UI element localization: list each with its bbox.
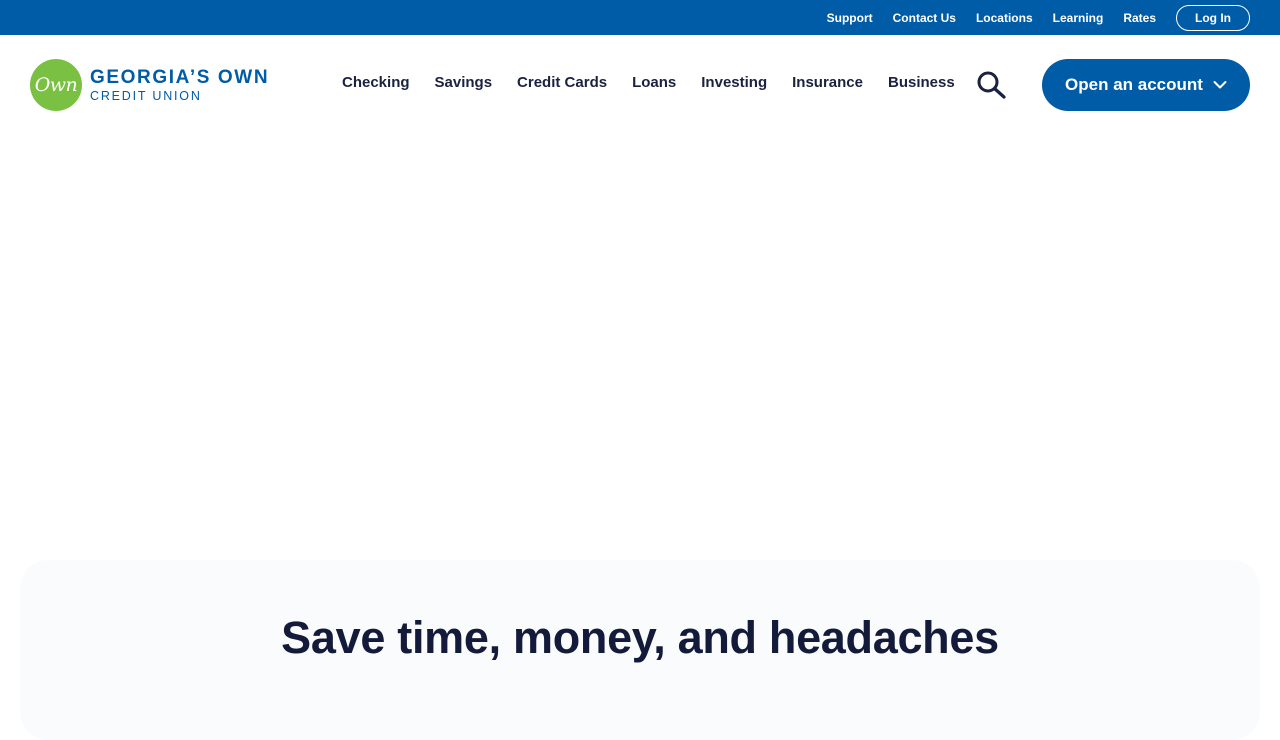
nav-item-credit-cards[interactable]: Credit Cards — [517, 74, 607, 91]
hero-area — [0, 135, 1280, 560]
open-account-label: Open an account — [1065, 75, 1203, 94]
search-icon[interactable] — [976, 71, 1008, 99]
feature-section: Save time, money, and headaches — [20, 560, 1260, 740]
nav-item-savings[interactable]: Savings — [435, 74, 493, 91]
main-header: Own GEORGIA’S OWN CREDIT UNION Checking … — [0, 35, 1280, 135]
open-account-button[interactable]: Open an account — [1042, 59, 1250, 111]
utility-link-rates[interactable]: Rates — [1123, 11, 1156, 25]
nav-item-business[interactable]: Business — [888, 74, 955, 91]
logo-badge-text: Own — [34, 74, 78, 96]
utility-link-learning[interactable]: Learning — [1053, 11, 1104, 25]
logo-line-2: CREDIT UNION — [90, 88, 202, 103]
utility-link-locations[interactable]: Locations — [976, 11, 1033, 25]
nav-item-investing[interactable]: Investing — [701, 74, 767, 91]
logo-wordmark: GEORGIA’S OWN CREDIT UNION — [90, 68, 269, 103]
utility-bar: Support Contact Us Locations Learning Ra… — [0, 0, 1280, 35]
feature-heading: Save time, money, and headaches — [281, 612, 999, 663]
utility-link-contact-us[interactable]: Contact Us — [893, 11, 956, 25]
nav-item-checking[interactable]: Checking — [342, 74, 410, 91]
utility-link-support[interactable]: Support — [827, 11, 873, 25]
nav-item-loans[interactable]: Loans — [632, 74, 676, 91]
main-nav: Checking Savings Credit Cards Loans Inve… — [342, 74, 980, 91]
logo-badge: Own — [30, 59, 82, 111]
logo-line-1: GEORGIA’S OWN — [90, 66, 270, 88]
login-button[interactable]: Log In — [1176, 4, 1250, 31]
chevron-down-icon — [1213, 81, 1227, 89]
nav-item-insurance[interactable]: Insurance — [792, 74, 863, 91]
logo[interactable]: Own GEORGIA’S OWN CREDIT UNION — [30, 59, 269, 111]
